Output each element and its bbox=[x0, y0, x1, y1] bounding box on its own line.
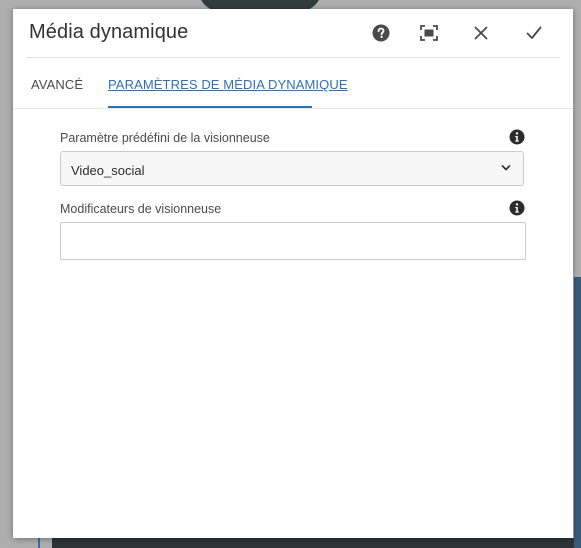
dynamic-media-dialog: Média dynamique AVANCÉ PARAMÈTRES DE MÉD… bbox=[13, 9, 573, 538]
close-button[interactable] bbox=[469, 21, 493, 45]
dialog-title: Média dynamique bbox=[29, 21, 189, 43]
done-button[interactable] bbox=[522, 21, 546, 45]
info-icon[interactable] bbox=[509, 200, 525, 216]
tabs-divider bbox=[13, 108, 573, 109]
background-page-image-bottom bbox=[52, 538, 574, 548]
close-icon bbox=[474, 26, 488, 40]
help-icon bbox=[372, 24, 390, 42]
background-page-border bbox=[38, 538, 40, 548]
dialog-header: Média dynamique bbox=[13, 9, 573, 57]
tab-bar: AVANCÉ PARAMÈTRES DE MÉDIA DYNAMIQUE bbox=[13, 58, 573, 108]
viewer-preset-select[interactable]: Video_social bbox=[60, 151, 524, 186]
viewer-modifiers-label: Modificateurs de visionneuse bbox=[60, 202, 222, 216]
tab-advanced[interactable]: AVANCÉ bbox=[31, 77, 83, 92]
help-button[interactable] bbox=[369, 21, 393, 45]
background-page-edge bbox=[574, 277, 581, 548]
chevron-down-icon bbox=[501, 165, 511, 171]
viewer-preset-value: Video_social bbox=[71, 163, 145, 178]
checkmark-icon bbox=[526, 26, 542, 39]
viewer-modifiers-input[interactable] bbox=[60, 222, 526, 260]
info-icon[interactable] bbox=[509, 129, 525, 145]
fullscreen-icon bbox=[420, 25, 438, 41]
viewer-preset-label: Paramètre prédéfini de la visionneuse bbox=[60, 131, 270, 145]
tab-dynamic-media-settings[interactable]: PARAMÈTRES DE MÉDIA DYNAMIQUE bbox=[108, 77, 348, 92]
fullscreen-button[interactable] bbox=[417, 21, 441, 45]
